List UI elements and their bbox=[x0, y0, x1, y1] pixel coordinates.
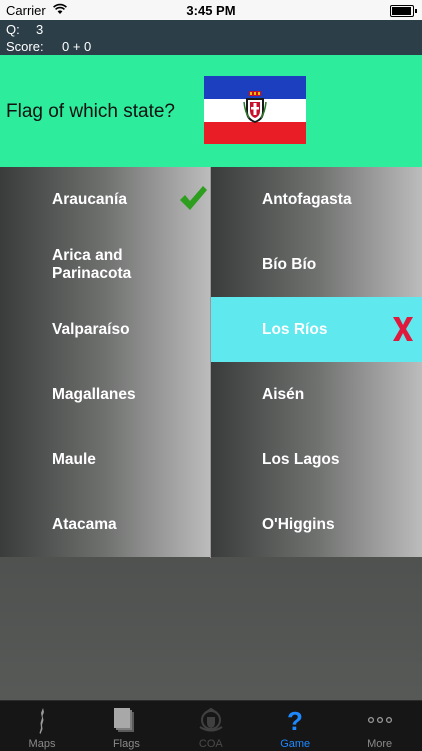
question-counter-value: 3 bbox=[36, 22, 44, 37]
answer-option[interactable]: Bío Bío bbox=[211, 232, 422, 297]
answer-option[interactable]: Magallanes bbox=[0, 362, 210, 427]
answer-option-label: Valparaíso bbox=[52, 320, 130, 338]
question-info: Q: 3 Score: 0 + 0 bbox=[0, 20, 422, 55]
question-prompt: Flag of which state? bbox=[6, 101, 175, 122]
tab-more-label: More bbox=[367, 738, 393, 750]
score: Score: 0 + 0 bbox=[6, 39, 91, 54]
tab-game-label: Game bbox=[280, 738, 311, 750]
tab-coa-label: COA bbox=[198, 738, 223, 750]
coat-of-arms-icon bbox=[199, 707, 223, 732]
tab-game[interactable]: ? Game bbox=[253, 701, 337, 751]
correct-check-icon bbox=[180, 186, 207, 210]
more-icon bbox=[367, 716, 392, 724]
answer-option[interactable]: Los Lagos bbox=[211, 427, 422, 492]
answer-grid: Araucanía Arica and Parinacota Valparaíso M… bbox=[0, 167, 422, 558]
answer-option-label: Los Ríos bbox=[262, 320, 328, 338]
answer-option-label: Magallanes bbox=[52, 385, 136, 403]
answer-option-label: Atacama bbox=[52, 515, 117, 533]
answer-option-label: Bío Bío bbox=[262, 255, 317, 273]
clock: 3:45 PM bbox=[186, 3, 236, 18]
tab-flags-label: Flags bbox=[112, 738, 140, 750]
tab-more[interactable]: More bbox=[338, 701, 422, 751]
flag-image bbox=[204, 76, 306, 144]
answer-option-label: Los Lagos bbox=[262, 450, 340, 468]
status-bar: Carrier 3:45 PM bbox=[0, 0, 422, 20]
flag-stripe-bottom bbox=[204, 122, 306, 144]
answer-option[interactable]: Maule bbox=[0, 427, 210, 492]
score-value: 0 + 0 bbox=[62, 39, 92, 54]
wrong-x-icon bbox=[393, 317, 413, 341]
tab-bar: Maps Flags COA ? Game More bbox=[0, 700, 422, 751]
score-label: Score: bbox=[6, 39, 44, 54]
tab-maps[interactable]: Maps bbox=[0, 701, 84, 751]
answer-option-label: Aisén bbox=[262, 385, 305, 403]
answer-option-label: Maule bbox=[52, 450, 96, 468]
tab-coa[interactable]: COA bbox=[169, 701, 253, 751]
answer-option[interactable]: Arica and Parinacota bbox=[0, 232, 210, 297]
tab-maps-label: Maps bbox=[28, 738, 56, 750]
coat-of-arms-icon bbox=[243, 91, 267, 123]
answer-option[interactable]: Aisén bbox=[211, 362, 422, 427]
answer-option-label: Arica and Parinacota bbox=[52, 246, 132, 282]
answer-option-label: Antofagasta bbox=[262, 190, 352, 208]
map-icon bbox=[39, 708, 44, 734]
answer-option-label: O'Higgins bbox=[262, 515, 335, 533]
answer-option[interactable]: Atacama bbox=[0, 492, 210, 557]
question-counter-label: Q: bbox=[6, 22, 20, 37]
question-icon: ? bbox=[287, 707, 303, 735]
answer-option-label: Araucanía bbox=[52, 190, 127, 208]
battery-icon bbox=[390, 5, 417, 17]
tab-flags[interactable]: Flags bbox=[84, 701, 168, 751]
flags-icon bbox=[114, 708, 135, 732]
answer-option[interactable]: Antofagasta bbox=[211, 167, 422, 232]
answer-option[interactable]: Valparaíso bbox=[0, 297, 210, 362]
svg-text:?: ? bbox=[287, 707, 303, 735]
answer-option[interactable]: O'Higgins bbox=[211, 492, 422, 557]
answer-option[interactable]: Los Ríos bbox=[211, 297, 422, 362]
question-counter: Q: 3 bbox=[6, 22, 43, 37]
